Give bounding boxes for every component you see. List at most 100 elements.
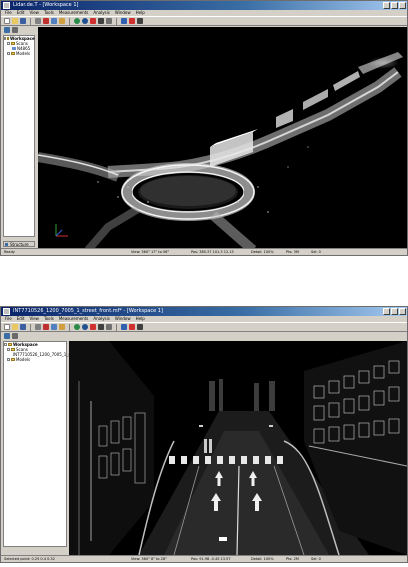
new-icon[interactable] (4, 18, 10, 24)
status-points: Pts: 3M (286, 250, 299, 254)
status-detail: Detail: 100% (251, 557, 274, 561)
measure-icon[interactable] (121, 324, 127, 330)
app-icon (3, 308, 10, 315)
toolbar-separator (30, 323, 31, 331)
toolbar-separator (30, 17, 31, 25)
workspace-tree-panel: Workspace Scans N4865 Models (3, 35, 35, 237)
cut-icon[interactable] (43, 18, 49, 24)
marker-icon[interactable] (129, 324, 135, 330)
status-bar: Ready View: 360° 17° to 56° Pos: 385.37 … (1, 248, 407, 255)
status-ready: Selected point: 0.25 0.4 0.32 (4, 557, 55, 561)
folder-icon (11, 358, 15, 361)
expander-icon[interactable] (7, 358, 10, 361)
globe-icon[interactable] (74, 18, 80, 24)
help-icon[interactable] (137, 324, 143, 330)
toolbar-separator (116, 17, 117, 25)
status-selection: Sel: 0 (311, 250, 321, 254)
toolbar-separator (69, 17, 70, 25)
status-ready: Ready (4, 250, 15, 254)
collapse-icon[interactable] (12, 27, 18, 33)
globe-icon[interactable] (74, 324, 80, 330)
status-view: View: 360° 17° to 56° (131, 250, 170, 254)
close-button[interactable] (399, 2, 406, 9)
copy-icon[interactable] (51, 324, 57, 330)
minimize-button[interactable] (383, 2, 390, 9)
structure-icon (5, 243, 8, 246)
help-icon[interactable] (137, 18, 143, 24)
point-cloud-icon (12, 47, 16, 50)
print-icon[interactable] (35, 324, 41, 330)
open-icon[interactable] (12, 18, 18, 24)
print-icon[interactable] (35, 18, 41, 24)
secondary-toolbar (1, 26, 38, 34)
toolbar-separator (69, 323, 70, 331)
save-icon[interactable] (20, 324, 26, 330)
app-window-roundabout: Lidar.de.T - [Workspace 1] File Edit Vie… (0, 0, 408, 256)
minimize-button[interactable] (383, 308, 390, 315)
rotate-icon[interactable] (82, 324, 88, 330)
collapse-icon[interactable] (12, 333, 18, 339)
pan-icon[interactable] (90, 18, 96, 24)
window-title: Lidar.de.T - [Workspace 1] (13, 2, 79, 8)
status-position: Pos: 385.37 101.3 12.15 (191, 250, 234, 254)
paste-icon[interactable] (59, 18, 65, 24)
workspace-tree-panel: Workspace Scans INT7710526_1200_7005_1_s… (3, 341, 74, 547)
close-button[interactable] (399, 308, 406, 315)
main-toolbar (1, 16, 407, 26)
expander-icon[interactable] (7, 42, 10, 45)
status-detail: Detail: 100% (251, 250, 274, 254)
tree-models[interactable]: Models (4, 357, 66, 362)
expander-icon[interactable] (4, 343, 7, 346)
tree-models-label: Models (16, 51, 31, 56)
point-cloud-render (38, 52, 403, 250)
select-icon[interactable] (106, 18, 112, 24)
title-bar: Lidar.de.T - [Workspace 1] (1, 1, 407, 10)
app-icon (3, 2, 10, 9)
3d-viewport[interactable] (38, 27, 407, 250)
window-title: INT7710526_1200_7005_1_street_front.mf* … (13, 308, 163, 314)
status-view: View: 360° 8° to 28° (131, 557, 167, 561)
zoom-icon[interactable] (98, 18, 104, 24)
structure-tab-label: Structure (10, 242, 29, 247)
tree-scan-item[interactable]: INT7710526_1200_7005_1_str (4, 352, 74, 357)
tree-models-label: Models (16, 357, 31, 362)
folder-icon (11, 348, 15, 351)
copy-icon[interactable] (51, 18, 57, 24)
rotate-icon[interactable] (82, 18, 88, 24)
select-icon[interactable] (106, 324, 112, 330)
measure-icon[interactable] (121, 18, 127, 24)
maximize-button[interactable] (391, 2, 398, 9)
cut-icon[interactable] (43, 324, 49, 330)
open-icon[interactable] (12, 324, 18, 330)
3d-viewport[interactable] (69, 341, 407, 555)
workspace-icon (7, 37, 9, 40)
marker-icon[interactable] (129, 18, 135, 24)
new-icon[interactable] (4, 324, 10, 330)
expander-icon[interactable] (7, 348, 10, 351)
point-cloud-render (69, 341, 407, 555)
expand-icon[interactable] (4, 27, 10, 33)
zoom-icon[interactable] (98, 324, 104, 330)
status-points: Pts: 2M (286, 557, 299, 561)
status-bar: Selected point: 0.25 0.4 0.32 View: 360°… (1, 555, 407, 562)
pan-icon[interactable] (90, 324, 96, 330)
app-window-street: INT7710526_1200_7005_1_street_front.mf* … (0, 306, 408, 563)
paste-icon[interactable] (59, 324, 65, 330)
tree-models[interactable]: Models (4, 51, 34, 56)
toolbar-separator (116, 323, 117, 331)
workspace-icon (8, 343, 12, 346)
status-selection: Sel: 0 (311, 557, 321, 561)
secondary-toolbar (1, 332, 38, 340)
save-icon[interactable] (20, 18, 26, 24)
maximize-button[interactable] (391, 308, 398, 315)
expander-icon[interactable] (7, 52, 10, 55)
expand-icon[interactable] (4, 333, 10, 339)
title-bar: INT7710526_1200_7005_1_street_front.mf* … (1, 307, 407, 316)
structure-tab[interactable]: Structure (3, 241, 35, 247)
status-position: Pos: 91.98 -0.45 13.57 (191, 557, 231, 561)
expander-icon[interactable] (4, 37, 6, 40)
window-controls (383, 308, 406, 315)
axis-gizmo (55, 224, 68, 237)
folder-icon (11, 42, 15, 45)
folder-icon (11, 52, 15, 55)
